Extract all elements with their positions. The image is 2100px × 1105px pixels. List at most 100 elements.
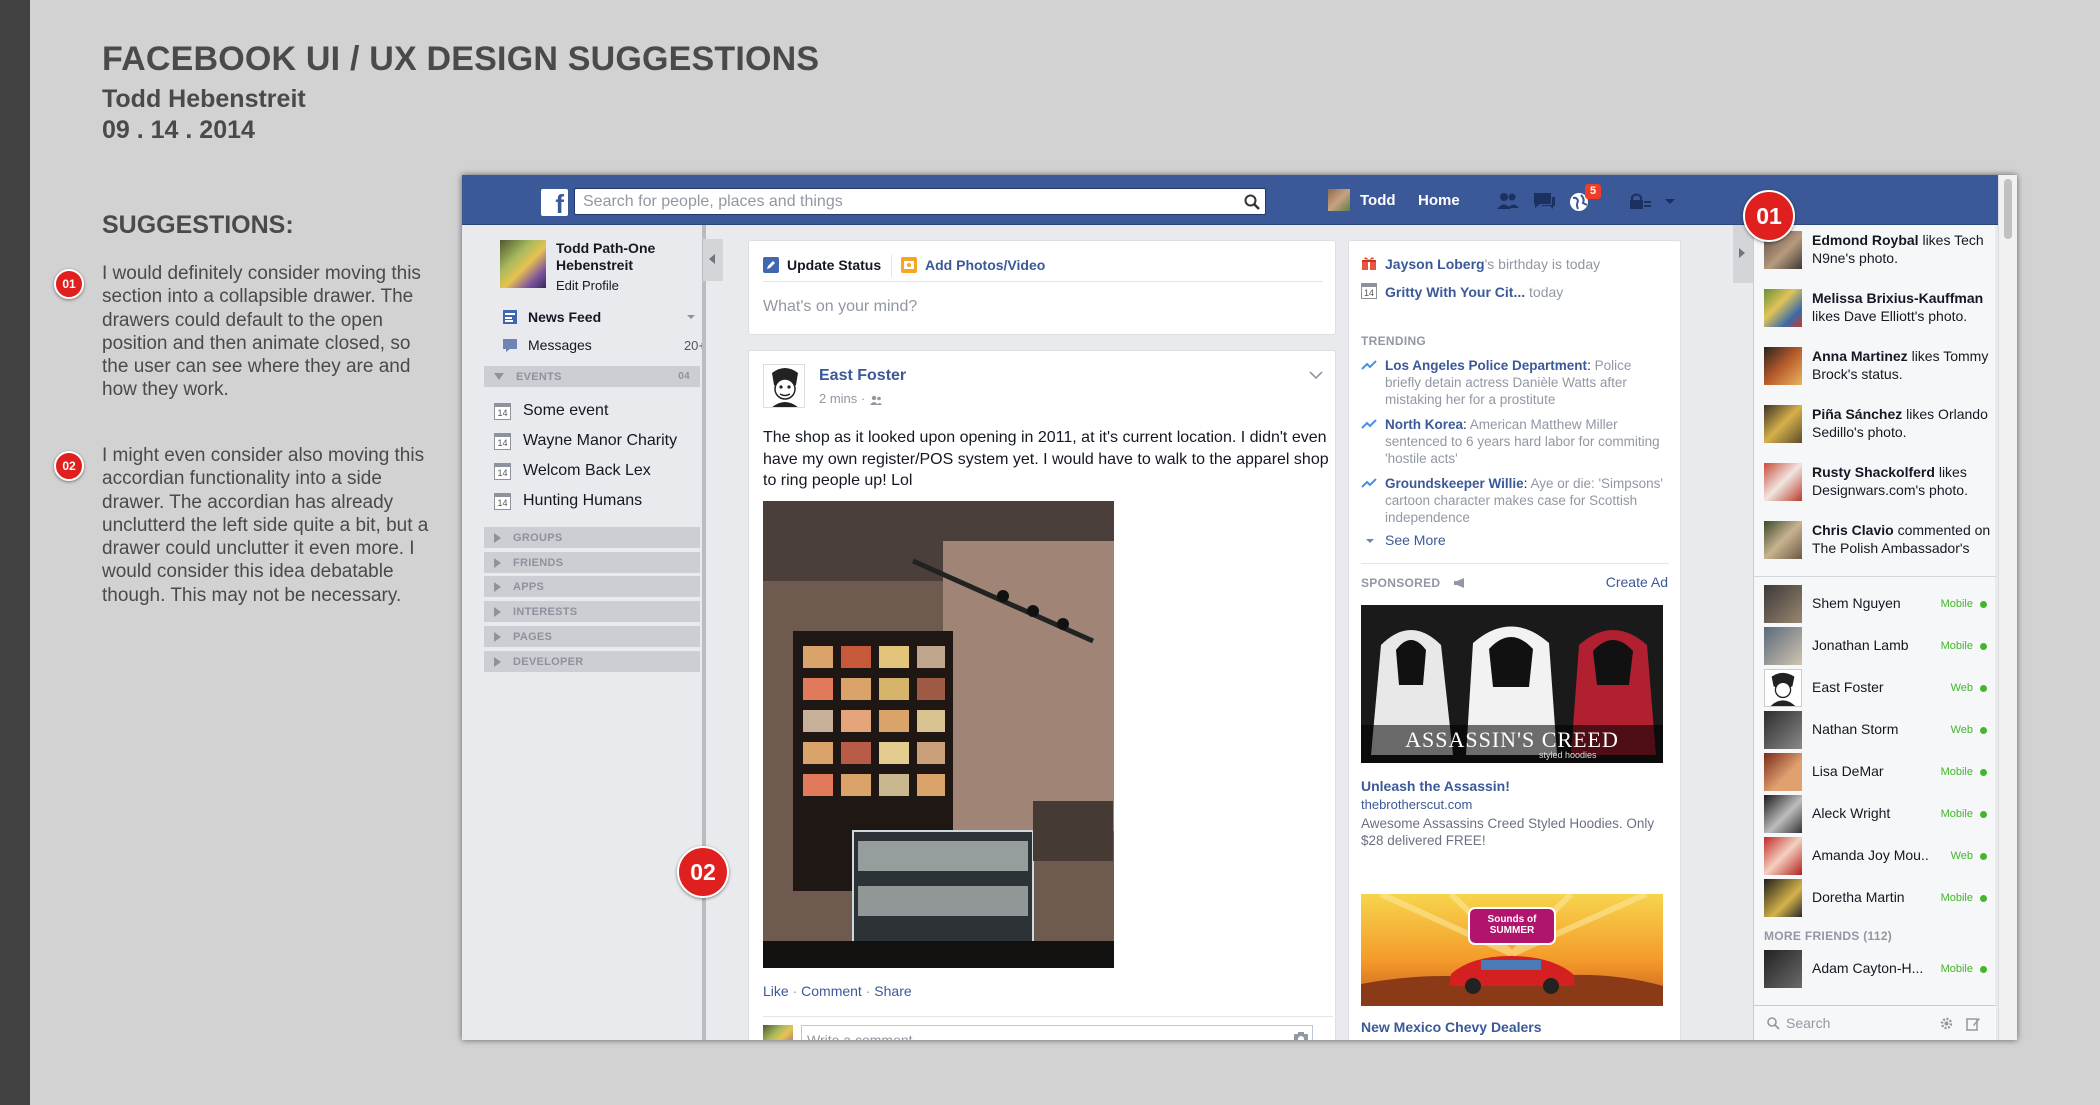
ad-url[interactable]: thebrotherscut.com: [1361, 796, 1472, 813]
left-drawer-toggle[interactable]: [703, 239, 723, 281]
suggestion-badge-01: 01: [54, 269, 84, 299]
event-item[interactable]: 14 Wayne Manor Charity: [494, 432, 677, 450]
ticker-story[interactable]: Anna Martinez likes Tommy Brock's status…: [1764, 347, 1989, 403]
friends-audience-icon[interactable]: [869, 395, 883, 405]
event-item[interactable]: 14 Welcom Back Lex: [494, 462, 651, 480]
ticker-story[interactable]: Rusty Shackolferd likes Designwars.com's…: [1764, 463, 1989, 519]
events-count: 04: [678, 371, 690, 382]
scrollbar-thumb[interactable]: [2004, 179, 2012, 239]
chat-friend[interactable]: Aleck Wright Mobile: [1764, 795, 1989, 835]
edit-profile-link[interactable]: Edit Profile: [556, 278, 619, 293]
trending-item[interactable]: Los Angeles Police Department: Police br…: [1385, 357, 1670, 408]
suggestion-text-01: I would definitely consider moving this …: [102, 263, 421, 401]
suggestion-text-02: I might even consider also moving this a…: [102, 445, 429, 606]
search-icon[interactable]: [1243, 193, 1261, 211]
chat-friend[interactable]: Adam Cayton-H... Mobile: [1764, 950, 1989, 990]
photo-icon: [901, 257, 917, 273]
notification-count-badge: 5: [1585, 184, 1601, 199]
event-item[interactable]: 14 Some event: [494, 402, 608, 420]
trending-label: TRENDING: [1361, 334, 1427, 348]
profile-name[interactable]: Todd Path-One Hebenstreit: [556, 240, 696, 274]
event-item[interactable]: 14 Hunting Humans: [494, 492, 642, 510]
chevy-summer-ad-image: [1361, 894, 1663, 1006]
calendar-icon: 14: [494, 462, 511, 480]
add-photos-tab[interactable]: Add Photos/Video: [901, 257, 1045, 273]
status-input[interactable]: What's on your mind?: [763, 298, 917, 316]
chat-friend[interactable]: Nathan Storm Web: [1764, 711, 1989, 751]
facebook-logo[interactable]: f: [541, 189, 568, 216]
share-link[interactable]: Share: [874, 983, 911, 999]
trending-item[interactable]: Groundskeeper Willie: Aye or die: 'Simps…: [1385, 475, 1670, 526]
comment-link[interactable]: Comment: [801, 983, 862, 999]
nav-section-apps[interactable]: APPS: [484, 576, 700, 597]
messages-nav-icon: [503, 339, 517, 352]
post-author-name[interactable]: East Foster: [819, 367, 906, 385]
ad-description: Awesome Assassins Creed Styled Hoodies. …: [1361, 816, 1655, 848]
trending-item[interactable]: North Korea: American Matthew Miller sen…: [1385, 416, 1670, 467]
ticker-story[interactable]: Edmond Roybal likes Tech N9ne's photo.: [1764, 231, 1989, 287]
news-feed-options-chevron-icon[interactable]: [686, 313, 696, 321]
feed-post: East Foster 2 mins · The shop as it look…: [748, 350, 1336, 1040]
like-link[interactable]: Like: [763, 983, 789, 999]
post-options-chevron-icon[interactable]: [1309, 371, 1323, 380]
friend-requests-icon[interactable]: [1495, 189, 1521, 213]
home-link[interactable]: Home: [1418, 192, 1460, 209]
messages-icon[interactable]: [1531, 189, 1557, 213]
nav-section-friends[interactable]: FRIENDS: [484, 552, 700, 573]
chevron-down-icon[interactable]: [1657, 189, 1683, 213]
nav-section-groups[interactable]: GROUPS: [484, 527, 700, 548]
ad-image-chevy[interactable]: Sounds of SUMMER: [1361, 894, 1663, 1006]
ad-image-assassins-hoodies[interactable]: ASSASSIN'S CREED styled hoodies: [1361, 605, 1663, 763]
nav-section-developer[interactable]: DEVELOPER: [484, 651, 700, 672]
divider: [1361, 563, 1669, 564]
chat-search-input[interactable]: Search: [1786, 1015, 1830, 1031]
ticker-avatar: [1764, 521, 1802, 559]
post-photo[interactable]: [763, 501, 1114, 968]
nav-news-feed[interactable]: News Feed: [502, 307, 695, 327]
events-section-header[interactable]: EVENTS 04: [484, 366, 700, 387]
comment-area: Write a comment...: [763, 1016, 1333, 1040]
nav-section-pages[interactable]: PAGES: [484, 626, 700, 647]
drawer-expand-arrow-icon: [1739, 248, 1745, 258]
chat-friend[interactable]: Doretha Martin Mobile: [1764, 879, 1989, 919]
left-edge-strip: [0, 0, 30, 1105]
chat-friend[interactable]: Shem Nguyen Mobile: [1764, 585, 1989, 625]
camera-icon[interactable]: [1293, 1031, 1309, 1040]
window-scrollbar[interactable]: [1998, 175, 2017, 1040]
ticker-story[interactable]: Chris Clavio commented on The Polish Amb…: [1764, 521, 1990, 577]
profile-avatar[interactable]: [500, 240, 546, 288]
see-more-link[interactable]: See More: [1385, 532, 1446, 549]
event-reminder[interactable]: Gritty With Your Cit... today: [1385, 284, 1563, 301]
chat-friend[interactable]: East Foster Web: [1764, 669, 1989, 709]
user-avatar[interactable]: [1328, 189, 1350, 211]
compose-message-icon[interactable]: [1966, 1016, 1981, 1031]
ad-title[interactable]: Unleash the Assassin!: [1361, 778, 1510, 795]
chat-friend[interactable]: Lisa DeMar Mobile: [1764, 753, 1989, 793]
chat-friend[interactable]: Jonathan Lamb Mobile: [1764, 627, 1989, 667]
ticker-story[interactable]: Piña Sánchez likes Orlando Sedillo's pho…: [1764, 405, 1989, 461]
news-feed-icon: [503, 310, 517, 324]
gear-icon[interactable]: [1939, 1016, 1954, 1031]
birthday-reminder[interactable]: Jayson Loberg's birthday is today: [1385, 256, 1600, 273]
search-box: [574, 188, 1266, 215]
suggestions-heading: SUGGESTIONS:: [102, 211, 294, 239]
post-text: The shop as it looked upon opening in 20…: [763, 429, 1329, 489]
ad2-title[interactable]: New Mexico Chevy Dealers: [1361, 1019, 1542, 1036]
ticker-divider: [1754, 576, 1996, 577]
search-input[interactable]: [575, 189, 1215, 214]
nav-messages[interactable]: Messages 20+: [502, 335, 706, 355]
update-status-tab[interactable]: Update Status: [763, 257, 881, 273]
tab-divider: [891, 255, 892, 277]
comment-input[interactable]: Write a comment...: [801, 1025, 1313, 1040]
ad-chevy-logo-text: Sounds of SUMMER: [1487, 914, 1537, 936]
nav-section-interests[interactable]: INTERESTS: [484, 601, 700, 622]
add-photos-label: Add Photos/Video: [925, 257, 1046, 273]
chat-friend[interactable]: Amanda Joy Mou... Web: [1764, 837, 1989, 877]
online-status: Web: [1951, 682, 1987, 694]
create-ad-link[interactable]: Create Ad: [1606, 574, 1668, 591]
left-drawer-edge: [702, 225, 706, 1040]
post-author-avatar[interactable]: [763, 364, 805, 408]
ticker-story[interactable]: Melissa Brixius-Kauffman likes Dave Elli…: [1764, 289, 1989, 345]
user-name-link[interactable]: Todd: [1360, 192, 1396, 209]
privacy-shortcuts-icon[interactable]: [1627, 189, 1653, 213]
